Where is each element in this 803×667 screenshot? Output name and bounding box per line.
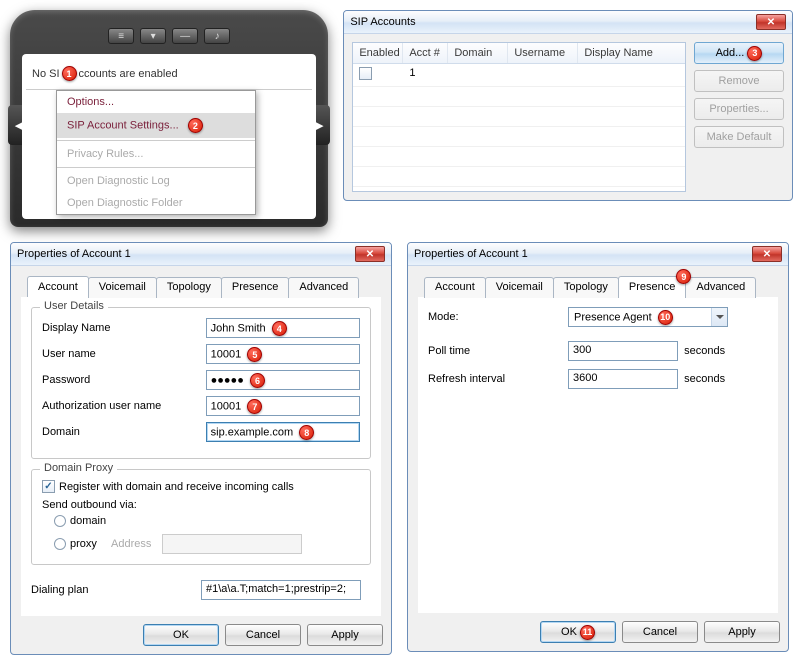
close-button[interactable]: ✕ bbox=[355, 246, 385, 262]
tabstrip: Account Voicemail Topology Presence Adva… bbox=[21, 276, 381, 298]
callout-marker-7: 7 bbox=[247, 399, 262, 414]
label-auth-user: Authorization user name bbox=[42, 400, 206, 412]
display-name-field[interactable]: John Smith 4 bbox=[206, 318, 360, 338]
apply-button[interactable]: Apply bbox=[704, 621, 780, 643]
tab-voicemail[interactable]: Voicemail bbox=[485, 277, 554, 298]
chevron-down-icon bbox=[711, 308, 727, 326]
col-username[interactable]: Username bbox=[508, 43, 578, 63]
device-top-dash-icon[interactable]: — bbox=[172, 28, 198, 44]
mode-select[interactable]: Presence Agent 10 bbox=[568, 307, 728, 327]
dialog-title: Properties of Account 1 bbox=[414, 248, 528, 260]
accounts-table: Enabled Acct # Domain Username Display N… bbox=[352, 42, 686, 192]
dialing-plan-field[interactable]: #1\a\a.T;match=1;prestrip=2; bbox=[201, 580, 361, 600]
callout-marker-11: 11 bbox=[580, 625, 595, 640]
radio-icon bbox=[54, 538, 66, 550]
callout-marker-2: 2 bbox=[188, 118, 203, 133]
tab-advanced[interactable]: Advanced bbox=[685, 277, 756, 298]
label-password: Password bbox=[42, 374, 206, 386]
sip-accounts-dialog: SIP Accounts ✕ Enabled Acct # Domain Use… bbox=[343, 10, 793, 201]
device-status-bar: No SI 1 ccounts are enabled bbox=[26, 58, 312, 90]
remove-button[interactable]: Remove bbox=[694, 70, 784, 92]
radio-icon bbox=[54, 515, 66, 527]
properties-presence-dialog: Properties of Account 1 ✕ Account Voicem… bbox=[407, 242, 789, 652]
radio-domain[interactable]: domain bbox=[54, 515, 106, 527]
tab-presence[interactable]: Presence 9 bbox=[618, 276, 686, 297]
label-mode: Mode: bbox=[428, 311, 568, 323]
col-acct[interactable]: Acct # bbox=[403, 43, 448, 63]
tabstrip: Account Voicemail Topology Presence 9 Ad… bbox=[418, 276, 778, 298]
ok-button[interactable]: OK 11 bbox=[540, 621, 616, 643]
auth-user-field[interactable]: 10001 7 bbox=[206, 396, 360, 416]
cancel-button[interactable]: Cancel bbox=[225, 624, 301, 646]
label-seconds: seconds bbox=[684, 345, 725, 357]
properties-button[interactable]: Properties... bbox=[694, 98, 784, 120]
callout-marker-6: 6 bbox=[250, 373, 265, 388]
label-send-via: Send outbound via: bbox=[42, 499, 360, 511]
make-default-button[interactable]: Make Default bbox=[694, 126, 784, 148]
radio-proxy[interactable]: proxy Address bbox=[54, 534, 302, 554]
dialog-title: Properties of Account 1 bbox=[17, 248, 131, 260]
tab-account[interactable]: Account bbox=[424, 277, 486, 298]
menu-item-options[interactable]: Options... bbox=[57, 91, 255, 113]
label-domain: Domain bbox=[42, 426, 206, 438]
cancel-button[interactable]: Cancel bbox=[622, 621, 698, 643]
label-poll-time: Poll time bbox=[428, 345, 568, 357]
label-seconds: seconds bbox=[684, 373, 725, 385]
label-display-name: Display Name bbox=[42, 322, 206, 334]
checkbox-icon bbox=[42, 480, 55, 493]
tab-presence[interactable]: Presence bbox=[221, 277, 289, 298]
poll-time-field[interactable]: 300 bbox=[568, 341, 678, 361]
properties-account-dialog: Properties of Account 1 ✕ Account Voicem… bbox=[10, 242, 392, 655]
tab-voicemail[interactable]: Voicemail bbox=[88, 277, 157, 298]
proxy-address-field bbox=[162, 534, 302, 554]
callout-marker-8: 8 bbox=[299, 425, 314, 440]
domain-field[interactable]: sip.example.com 8 bbox=[206, 422, 360, 442]
device-top-menu-icon[interactable]: ≡ bbox=[108, 28, 134, 44]
row-enabled-checkbox[interactable] bbox=[359, 67, 372, 80]
ok-button[interactable]: OK bbox=[143, 624, 219, 646]
callout-marker-5: 5 bbox=[247, 347, 262, 362]
tab-topology[interactable]: Topology bbox=[156, 277, 222, 298]
label-dialing-plan: Dialing plan bbox=[31, 584, 201, 596]
tab-account[interactable]: Account bbox=[27, 276, 89, 297]
menu-item-sip-settings[interactable]: SIP Account Settings... 2 bbox=[57, 113, 255, 138]
add-button[interactable]: Add... 3 bbox=[694, 42, 784, 64]
password-field[interactable]: ●●●●● 6 bbox=[206, 370, 360, 390]
callout-marker-4: 4 bbox=[272, 321, 287, 336]
col-domain[interactable]: Domain bbox=[448, 43, 508, 63]
apply-button[interactable]: Apply bbox=[307, 624, 383, 646]
softphone-device: ◀ ▶ ≡ ▾ — ♪ No SI 1 ccounts are enabled … bbox=[10, 10, 328, 227]
sip-accounts-title: SIP Accounts bbox=[350, 16, 415, 28]
menu-item-privacy[interactable]: Privacy Rules... bbox=[57, 143, 255, 165]
domain-proxy-fieldset: Domain Proxy Register with domain and re… bbox=[31, 469, 371, 565]
table-row[interactable]: 1 bbox=[353, 64, 685, 87]
close-button[interactable]: ✕ bbox=[752, 246, 782, 262]
device-context-menu: Options... SIP Account Settings... 2 Pri… bbox=[56, 90, 256, 215]
device-top-down-icon[interactable]: ▾ bbox=[140, 28, 166, 44]
tab-topology[interactable]: Topology bbox=[553, 277, 619, 298]
col-display[interactable]: Display Name bbox=[578, 43, 685, 63]
callout-marker-1: 1 bbox=[62, 66, 77, 81]
callout-marker-3: 3 bbox=[747, 46, 762, 61]
menu-item-diag-folder[interactable]: Open Diagnostic Folder bbox=[57, 192, 255, 214]
label-user-name: User name bbox=[42, 348, 206, 360]
close-button[interactable]: ✕ bbox=[756, 14, 786, 30]
tab-advanced[interactable]: Advanced bbox=[288, 277, 359, 298]
device-top-volume-icon[interactable]: ♪ bbox=[204, 28, 230, 44]
menu-item-diag-log[interactable]: Open Diagnostic Log bbox=[57, 170, 255, 192]
register-checkbox[interactable]: Register with domain and receive incomin… bbox=[42, 480, 294, 493]
user-details-fieldset: User Details Display Name John Smith 4 U… bbox=[31, 307, 371, 459]
label-refresh: Refresh interval bbox=[428, 373, 568, 385]
col-enabled[interactable]: Enabled bbox=[353, 43, 403, 63]
user-name-field[interactable]: 10001 5 bbox=[206, 344, 360, 364]
refresh-interval-field[interactable]: 3600 bbox=[568, 369, 678, 389]
callout-marker-10: 10 bbox=[658, 310, 673, 325]
